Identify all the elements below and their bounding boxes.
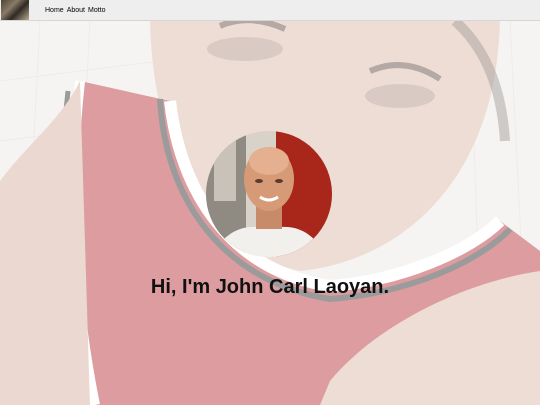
profile-photo-icon xyxy=(206,131,332,257)
site-logo-image[interactable] xyxy=(1,0,29,20)
nav-link-motto[interactable]: Motto xyxy=(88,7,106,14)
hero-headline: Hi, I'm John Carl Laoyan. xyxy=(150,276,390,298)
top-nav: Home About Motto xyxy=(0,0,540,21)
profile-avatar xyxy=(206,131,332,257)
nav-link-home[interactable]: Home xyxy=(45,7,64,14)
nav-link-about[interactable]: About xyxy=(67,7,85,14)
nav-links: Home About Motto xyxy=(45,7,106,14)
